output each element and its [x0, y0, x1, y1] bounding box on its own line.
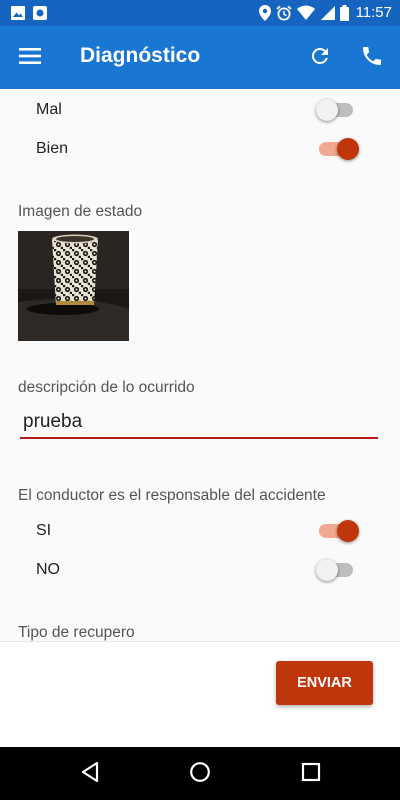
alarm-icon: [275, 5, 292, 20]
option-mal-label: Mal: [36, 101, 62, 118]
battery-icon: [339, 4, 349, 21]
refresh-icon[interactable]: [308, 44, 332, 68]
option-mal-switch[interactable]: [316, 99, 364, 121]
description-input[interactable]: [20, 407, 378, 439]
system-nav-bar: [0, 747, 400, 800]
status-bar: 11:57: [0, 0, 400, 26]
option-si-switch[interactable]: [316, 520, 364, 542]
record-icon: [33, 6, 47, 20]
responsible-question-label: El conductor es el responsable del accid…: [18, 487, 326, 504]
back-icon[interactable]: [80, 761, 100, 783]
option-si: SI: [0, 513, 400, 549]
signal-icon: [320, 5, 335, 20]
option-bien: Bien: [0, 131, 400, 167]
description-label: descripción de lo ocurrido: [18, 379, 195, 396]
status-time: 11:57: [355, 4, 392, 21]
option-mal: Mal: [0, 92, 400, 128]
menu-icon[interactable]: [19, 47, 41, 65]
app-bar: Diagnóstico: [0, 26, 400, 89]
option-si-label: SI: [36, 522, 52, 539]
image-icon: [11, 6, 25, 20]
status-image[interactable]: [18, 231, 129, 341]
send-button[interactable]: ENVIAR: [276, 661, 373, 705]
phone-icon[interactable]: [360, 44, 384, 68]
home-icon[interactable]: [189, 761, 211, 783]
form-content[interactable]: Mal Bien Imagen de estado descripción de…: [0, 89, 400, 641]
option-no: NO: [0, 552, 400, 588]
option-no-switch[interactable]: [316, 559, 364, 581]
wifi-icon: [296, 5, 315, 20]
location-icon: [258, 4, 271, 21]
recents-icon[interactable]: [301, 761, 321, 783]
option-no-label: NO: [36, 561, 60, 578]
option-bien-label: Bien: [36, 140, 69, 157]
action-panel: ENVIAR: [0, 641, 400, 748]
recovery-type-label: Tipo de recupero: [18, 624, 135, 641]
image-section-label: Imagen de estado: [18, 203, 143, 220]
option-bien-switch[interactable]: [316, 138, 364, 160]
page-title: Diagnóstico: [80, 44, 201, 67]
